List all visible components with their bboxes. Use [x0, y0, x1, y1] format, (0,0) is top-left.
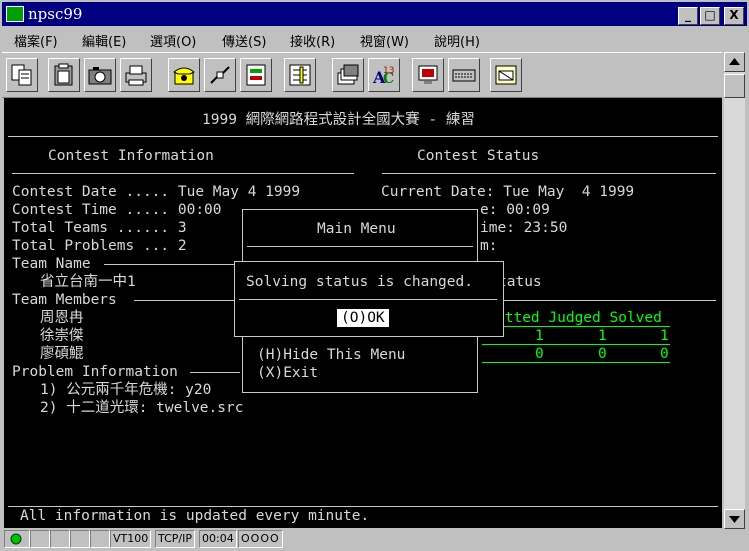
close-button[interactable]: X [724, 7, 744, 25]
minimize-button[interactable]: _ [678, 7, 698, 25]
status-table-header: itted Judged Solved [496, 310, 662, 326]
menu-help[interactable]: 說明(H) [434, 31, 480, 50]
status-fragment-4: tatus [498, 274, 542, 290]
footer-message: All information is updated every minute. [20, 508, 370, 524]
disconnect-icon[interactable] [204, 58, 236, 92]
settings-icon[interactable] [284, 58, 316, 92]
contest-status-header: Contest Status [417, 148, 540, 164]
status-panel-blank [30, 530, 50, 548]
status-bar: VT100 TCP/IP 00:04 OOOO [2, 529, 747, 549]
connection-indicator [4, 530, 30, 548]
scroll-thumb[interactable] [724, 74, 745, 98]
status-leds: OOOO [238, 530, 283, 548]
contest-info-header: Contest Information [48, 148, 214, 164]
team-member: 周恩冉 [40, 310, 84, 326]
status-table-rule [498, 300, 716, 301]
menu-receive[interactable]: 接收(R) [290, 31, 335, 50]
exit-menu-item[interactable]: (X)Exit [257, 364, 318, 382]
status-fragment-3: m: [480, 238, 498, 254]
terminal-app-icon [6, 6, 24, 22]
status-panel-blank [90, 530, 110, 548]
team-name-label: Team Name [12, 256, 91, 272]
alert-divider [239, 299, 497, 300]
scroll-up-icon[interactable] [724, 52, 745, 72]
total-problems: Total Problems ... 2 [12, 238, 187, 254]
team-members-label: Team Members [12, 292, 117, 308]
row2-underline [482, 362, 670, 363]
contest-date: Contest Date ..... Tue May 4 1999 [12, 184, 301, 200]
spell-check-icon[interactable]: A C 13 [368, 58, 400, 92]
alert-message: Solving status is changed. [246, 274, 473, 290]
row1-judged: 1 [598, 328, 607, 344]
terminal-screen[interactable]: 1999 網際網路程式設計全國大賽 - 練習 Contest Informati… [4, 98, 722, 528]
main-menu-title: Main Menu [317, 221, 396, 237]
terminal-type: VT100 [110, 530, 152, 548]
status-table-underline [496, 326, 670, 327]
title-bar[interactable]: npsc99 _ □ X [2, 2, 747, 26]
menu-window[interactable]: 視窗(W) [360, 31, 409, 50]
team-name: 省立台南一中1 [40, 274, 136, 290]
paste-icon[interactable] [48, 58, 80, 92]
menu-bar: 檔案(F) 編輯(E) 選項(O) 傳送(S) 接收(R) 視窗(W) 說明(H… [2, 28, 747, 50]
status-panel-blank [70, 530, 90, 548]
keyboard-icon[interactable] [448, 58, 480, 92]
protocol: TCP/IP [155, 530, 195, 548]
menu-file[interactable]: 檔案(F) [14, 31, 58, 50]
monitor-icon[interactable] [412, 58, 444, 92]
contest-banner: 1999 網際網路程式設計全國大賽 - 練習 [202, 112, 475, 128]
team-member: 徐崇傑 [40, 328, 84, 344]
info-divider [12, 173, 354, 174]
svg-text:13: 13 [383, 66, 394, 76]
status-divider [382, 173, 716, 174]
row2-solved: 0 [660, 346, 669, 362]
row1-underline [482, 344, 670, 345]
phone-icon[interactable] [168, 58, 200, 92]
problem-item: 2) 十二道光環: twelve.src [40, 400, 244, 416]
copy-icon[interactable] [6, 58, 38, 92]
row1-solved: 1 [660, 328, 669, 344]
hide-menu-item[interactable]: (H)Hide This Menu [257, 346, 405, 364]
team-member: 廖碩鯤 [40, 346, 84, 362]
alert-dialog: Solving status is changed. (O)OK [234, 261, 504, 337]
main-menu-divider [247, 246, 473, 247]
camera-icon[interactable] [84, 58, 116, 92]
contest-time: Contest Time ..... 00:00 [12, 202, 222, 218]
row1-submitted: 1 [535, 328, 544, 344]
status-fragment-2: ime: 23:50 [480, 220, 568, 236]
menu-options[interactable]: 選項(O) [150, 31, 196, 50]
problem-item: 1) 公元兩千年危機: y20 [40, 382, 212, 398]
connect-time: 00:04 [199, 530, 237, 548]
total-teams: Total Teams ...... 3 [12, 220, 187, 236]
team-members-rule [134, 300, 234, 301]
team-name-rule [104, 264, 234, 265]
screen-icon[interactable] [490, 58, 522, 92]
row2-judged: 0 [598, 346, 607, 362]
ok-button[interactable]: (O)OK [337, 309, 389, 327]
banner-divider [8, 136, 718, 137]
menu-edit[interactable]: 編輯(E) [82, 31, 126, 50]
status-fragment-1: e: 00:09 [480, 202, 550, 218]
print-icon[interactable] [120, 58, 152, 92]
menu-send[interactable]: 傳送(S) [222, 31, 266, 50]
row2-submitted: 0 [535, 346, 544, 362]
problem-info-label: Problem Information [12, 364, 178, 380]
stack-icon[interactable] [332, 58, 364, 92]
toolbar: A C 13 [2, 52, 722, 98]
transfer-icon[interactable] [240, 58, 272, 92]
problem-info-rule [190, 372, 240, 373]
status-panel-blank [50, 530, 70, 548]
maximize-button[interactable]: □ [700, 7, 720, 25]
vertical-scrollbar[interactable] [724, 52, 745, 529]
current-date: Current Date: Tue May 4 1999 [381, 184, 635, 200]
scroll-down-icon[interactable] [724, 509, 745, 529]
window-title: npsc99 [28, 5, 83, 23]
app-window: npsc99 _ □ X 檔案(F) 編輯(E) 選項(O) 傳送(S) 接收(… [0, 0, 749, 551]
